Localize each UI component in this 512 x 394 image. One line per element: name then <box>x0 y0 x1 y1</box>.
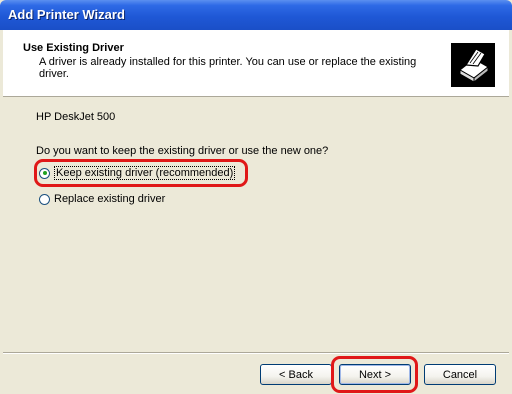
title-bar[interactable]: Add Printer Wizard <box>0 0 512 30</box>
printer-model: HP DeskJet 500 <box>36 111 116 123</box>
page-subtitle: A driver is already installed for this p… <box>39 56 417 80</box>
cancel-button[interactable]: Cancel <box>424 364 496 385</box>
printer-icon <box>451 43 495 87</box>
back-button[interactable]: < Back <box>260 364 332 385</box>
window-title: Add Printer Wizard <box>8 7 125 22</box>
replace-driver-label[interactable]: Replace existing driver <box>54 193 165 205</box>
driver-question: Do you want to keep the existing driver … <box>36 145 329 157</box>
replace-driver-radio[interactable] <box>39 193 50 205</box>
button-divider <box>3 352 509 354</box>
next-button-highlight <box>331 356 418 393</box>
wizard-window: Add Printer Wizard Use Existing Driver A… <box>0 0 512 394</box>
page-title: Use Existing Driver <box>23 42 124 54</box>
wizard-body: HP DeskJet 500 Do you want to keep the e… <box>3 97 509 352</box>
replace-driver-option[interactable]: Replace existing driver <box>39 193 165 205</box>
wizard-header: Use Existing Driver A driver is already … <box>3 30 509 97</box>
keep-driver-highlight <box>34 159 248 187</box>
